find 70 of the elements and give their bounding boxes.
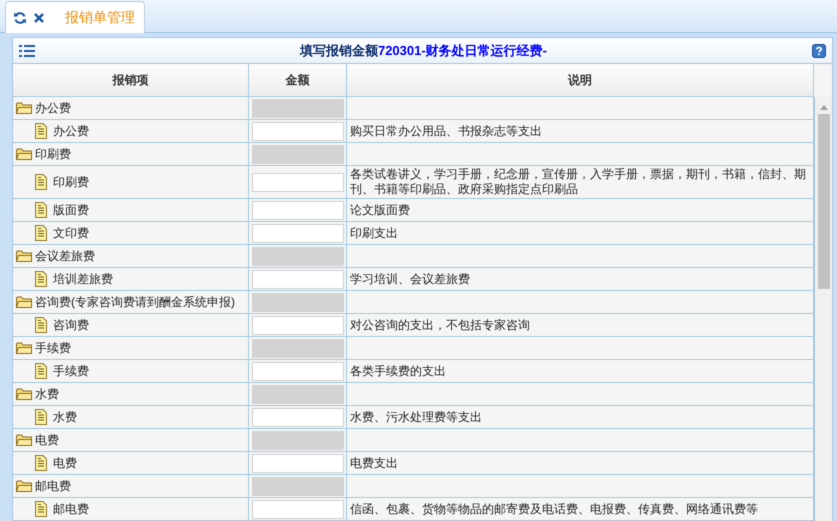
item-label: 文印费 (53, 225, 89, 241)
category-label: 水费 (35, 386, 59, 402)
scrollbar[interactable] (814, 97, 832, 521)
amount-field[interactable] (252, 270, 344, 288)
folder-icon (16, 249, 32, 263)
description-text: 水费、污水处理费等支出 (350, 410, 482, 424)
description-text: 信函、包裹、货物等物品的邮寄费及电话费、电报费、传真费、网络通讯费等 (350, 502, 758, 516)
category-label: 手续费 (35, 340, 71, 356)
description-text: 各类试卷讲义，学习手册，纪念册，宣传册，入学手册，票据，期刊，书籍，信封、期刊、书籍等印刷品、政府采购指定点印刷品 (350, 167, 807, 197)
category-label: 邮电费 (35, 478, 71, 494)
item-label: 印刷费 (53, 174, 89, 190)
document-icon (35, 123, 47, 139)
amount-field[interactable] (252, 362, 344, 380)
amount-field[interactable] (252, 316, 344, 334)
document-icon (35, 501, 47, 517)
folder-icon (16, 101, 32, 115)
folder-icon (16, 433, 32, 447)
item-label: 手续费 (53, 363, 89, 379)
folder-icon (16, 479, 32, 493)
amount-field[interactable] (252, 408, 344, 426)
panel-title: 填写报销金额 (300, 42, 378, 58)
category-label: 咨询费(专家咨询费请到酬金系统申报) (35, 294, 235, 310)
description-text: 对公咨询的支出，不包括专家咨询 (350, 318, 530, 332)
description-text: 购买日常办公用品、书报杂志等支出 (350, 124, 542, 138)
folder-icon (16, 147, 32, 161)
column-header: 说明 (347, 64, 814, 97)
scroll-up-icon[interactable] (820, 105, 828, 110)
document-icon (35, 225, 47, 241)
document-icon (35, 174, 47, 190)
category-label: 印刷费 (35, 146, 71, 162)
item-label: 水费 (53, 409, 77, 425)
help-icon[interactable] (812, 44, 826, 58)
document-icon (35, 271, 47, 287)
category-label: 电费 (35, 432, 59, 448)
column-header: 报销项 (13, 64, 249, 97)
refresh-icon[interactable] (13, 10, 27, 24)
description-text: 学习培训、会议差旅费 (350, 272, 470, 286)
folder-icon (16, 295, 32, 309)
amount-field[interactable] (252, 500, 344, 518)
list-icon[interactable] (19, 44, 35, 58)
category-label: 办公费 (35, 100, 71, 116)
item-label: 版面费 (53, 202, 89, 218)
column-header: 金额 (249, 64, 347, 97)
description-text: 各类手续费的支出 (350, 364, 446, 378)
item-label: 培训差旅费 (53, 271, 113, 287)
tab-label[interactable]: 报销单管理 (65, 8, 135, 26)
description-text: 论文版面费 (350, 202, 410, 218)
document-icon (35, 409, 47, 425)
amount-field[interactable] (252, 224, 344, 242)
description-text: 印刷支出 (350, 226, 398, 240)
amount-field[interactable] (252, 122, 344, 140)
document-icon (35, 455, 47, 471)
fund-code: 720301-财务处日常运行经费- (378, 42, 548, 58)
close-icon[interactable] (33, 12, 45, 24)
folder-icon (16, 387, 32, 401)
folder-icon (16, 341, 32, 355)
category-label: 会议差旅费 (35, 248, 95, 264)
document-icon (35, 363, 47, 379)
amount-field[interactable] (252, 200, 344, 220)
document-icon (35, 317, 47, 333)
item-label: 邮电费 (53, 501, 89, 517)
item-label: 电费 (53, 455, 77, 471)
document-icon (35, 202, 47, 218)
tab[interactable]: 报销单管理 (5, 1, 145, 33)
amount-field[interactable] (252, 454, 344, 472)
item-label: 办公费 (53, 123, 89, 139)
amount-field[interactable] (252, 172, 344, 192)
scroll-thumb[interactable] (818, 114, 830, 289)
item-label: 咨询费 (53, 317, 89, 333)
description-text: 电费支出 (350, 456, 398, 470)
